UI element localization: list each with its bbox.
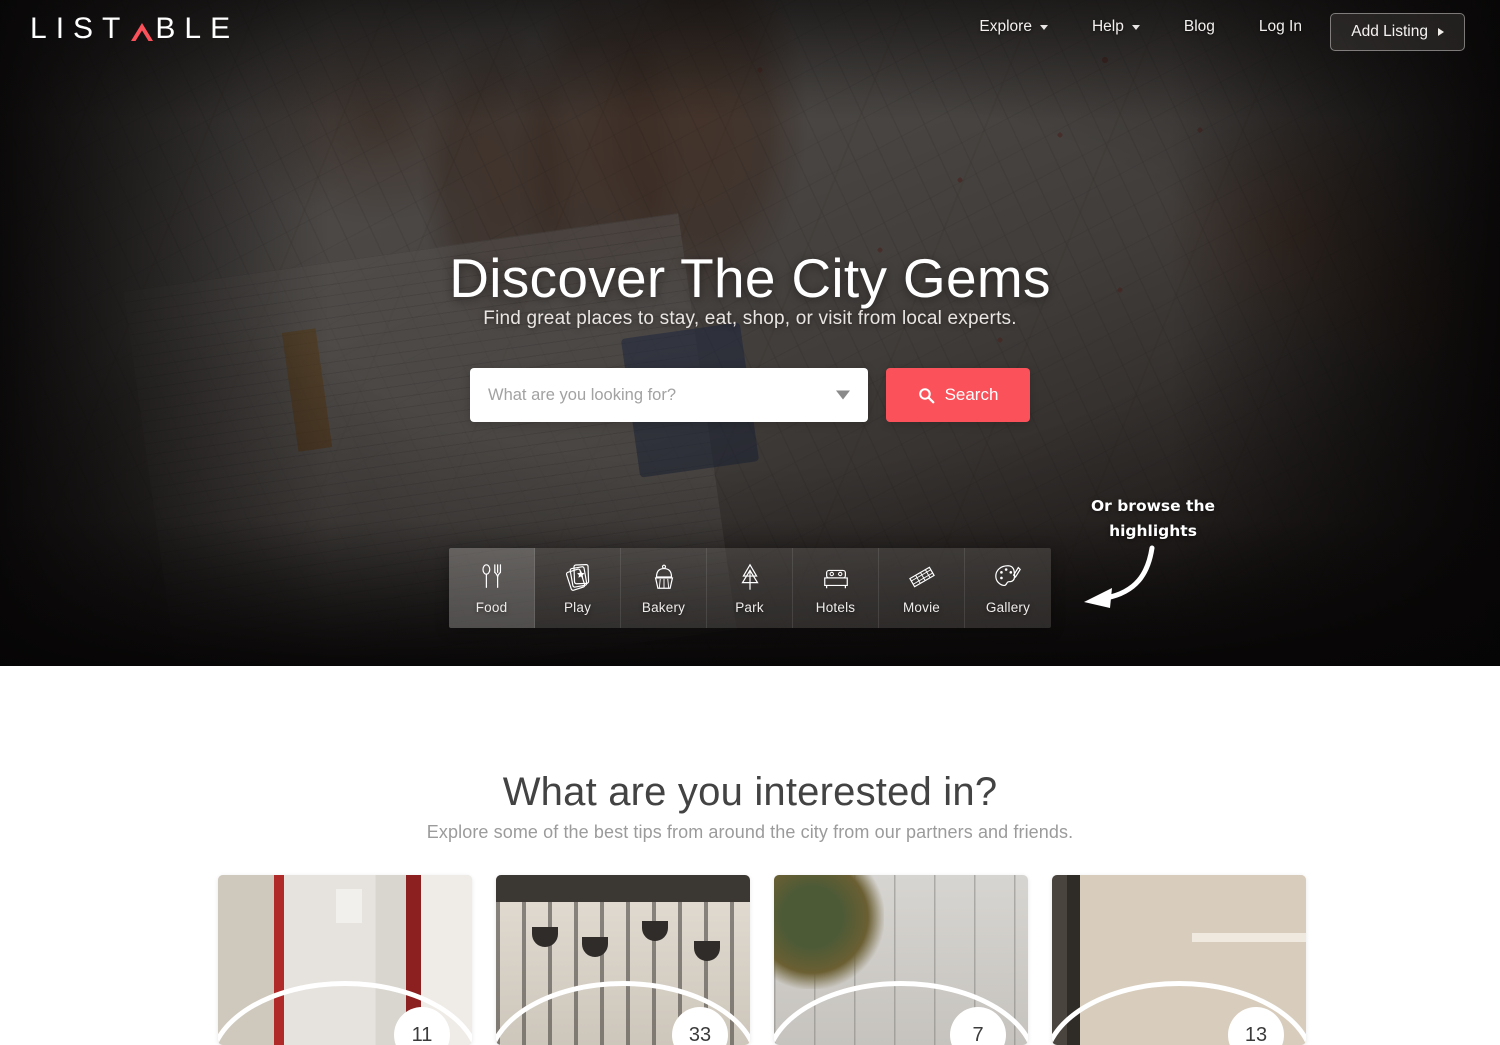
- interests-section: What are you interested in? Explore some…: [0, 666, 1500, 1045]
- category-label-hotels: Hotels: [815, 599, 856, 615]
- nav-item-blog-label: Blog: [1183, 18, 1215, 35]
- interests-card-grid: 11 33 7 13: [218, 875, 1306, 1045]
- add-listing-label: Add Listing: [1351, 23, 1428, 40]
- spoon-fork-icon: [481, 563, 501, 588]
- hero-section: L I S T B L E Explore Help Blog Log In A…: [0, 0, 1500, 666]
- logo-letter-i: I: [55, 12, 74, 45]
- category-tile-movie[interactable]: Movie: [879, 548, 965, 628]
- chevron-down-icon: [1039, 24, 1048, 30]
- caret-right-icon: [1438, 28, 1444, 36]
- nav-item-explore-label: Explore: [979, 18, 1032, 35]
- category-tile-hotels[interactable]: Hotels: [793, 548, 879, 628]
- interest-card[interactable]: 13: [1052, 875, 1306, 1045]
- category-label-play: Play: [563, 599, 592, 615]
- logo-letter-s: S: [73, 12, 103, 45]
- hero-subtitle: Find great places to stay, eat, shop, or…: [483, 308, 1017, 329]
- nav-item-login-label: Log In: [1258, 18, 1302, 35]
- cards-icon: [565, 563, 589, 591]
- curved-arrow-icon: [1084, 545, 1155, 608]
- nav-item-help[interactable]: Help: [1070, 18, 1162, 36]
- search-icon: [918, 387, 934, 403]
- hero-search-bar: Search: [470, 368, 1030, 422]
- logo-letter-t: T: [102, 12, 130, 45]
- nav-links: Explore Help Blog Log In: [957, 18, 1324, 36]
- browse-highlights-note: Or browse the highlights: [1090, 497, 1215, 540]
- nav-item-login[interactable]: Log In: [1237, 18, 1324, 36]
- logo-letter-l: L: [30, 12, 56, 45]
- add-listing-button[interactable]: Add Listing: [1330, 13, 1465, 51]
- nav-item-blog[interactable]: Blog: [1162, 18, 1237, 36]
- category-tile-park[interactable]: Park: [707, 548, 793, 628]
- nav-item-help-label: Help: [1091, 18, 1124, 35]
- category-label-movie: Movie: [902, 599, 940, 615]
- interest-card[interactable]: 33: [496, 875, 750, 1045]
- search-input[interactable]: [488, 385, 850, 405]
- category-label-food: Food: [475, 599, 508, 615]
- category-tile-food[interactable]: Food: [449, 548, 535, 628]
- tree-icon: [740, 563, 759, 590]
- palette-icon: [995, 564, 1021, 586]
- category-tile-bakery[interactable]: Bakery: [621, 548, 707, 628]
- bed-icon: [823, 569, 848, 588]
- chevron-down-icon: [1131, 24, 1140, 30]
- interest-card[interactable]: 11: [218, 875, 472, 1045]
- category-label-bakery: Bakery: [641, 599, 686, 615]
- search-field-wrapper[interactable]: [470, 368, 868, 422]
- hero-content: Discover The City Gems Find great places…: [0, 0, 1500, 666]
- film-icon: [908, 565, 935, 588]
- logo-chevron-a-icon: [129, 16, 155, 42]
- logo-letter-e: E: [210, 12, 240, 45]
- top-navigation-bar: L I S T B L E Explore Help Blog Log In A…: [0, 0, 1500, 62]
- interests-title: What are you interested in?: [502, 770, 998, 814]
- category-label-park: Park: [735, 599, 764, 615]
- search-button[interactable]: Search: [886, 368, 1030, 422]
- caret-down-icon[interactable]: [836, 390, 850, 400]
- cupcake-icon: [654, 564, 673, 589]
- category-tile-gallery[interactable]: Gallery: [965, 548, 1051, 628]
- hero-title: Discover The City Gems: [449, 247, 1051, 309]
- search-button-label: Search: [944, 385, 999, 404]
- logo-letter-b: B: [155, 12, 185, 45]
- logo-letter-l2: L: [184, 12, 211, 45]
- category-strip: Food Play Bakery Park Hotels Movie Galle…: [449, 548, 1051, 628]
- category-label-gallery: Gallery: [985, 599, 1031, 615]
- interests-subtitle: Explore some of the best tips from aroun…: [426, 822, 1074, 842]
- interest-card[interactable]: 7: [774, 875, 1028, 1045]
- nav-item-explore[interactable]: Explore: [957, 18, 1070, 36]
- brand-logo[interactable]: L I S T B L E: [30, 12, 239, 46]
- category-tile-play[interactable]: Play: [535, 548, 621, 628]
